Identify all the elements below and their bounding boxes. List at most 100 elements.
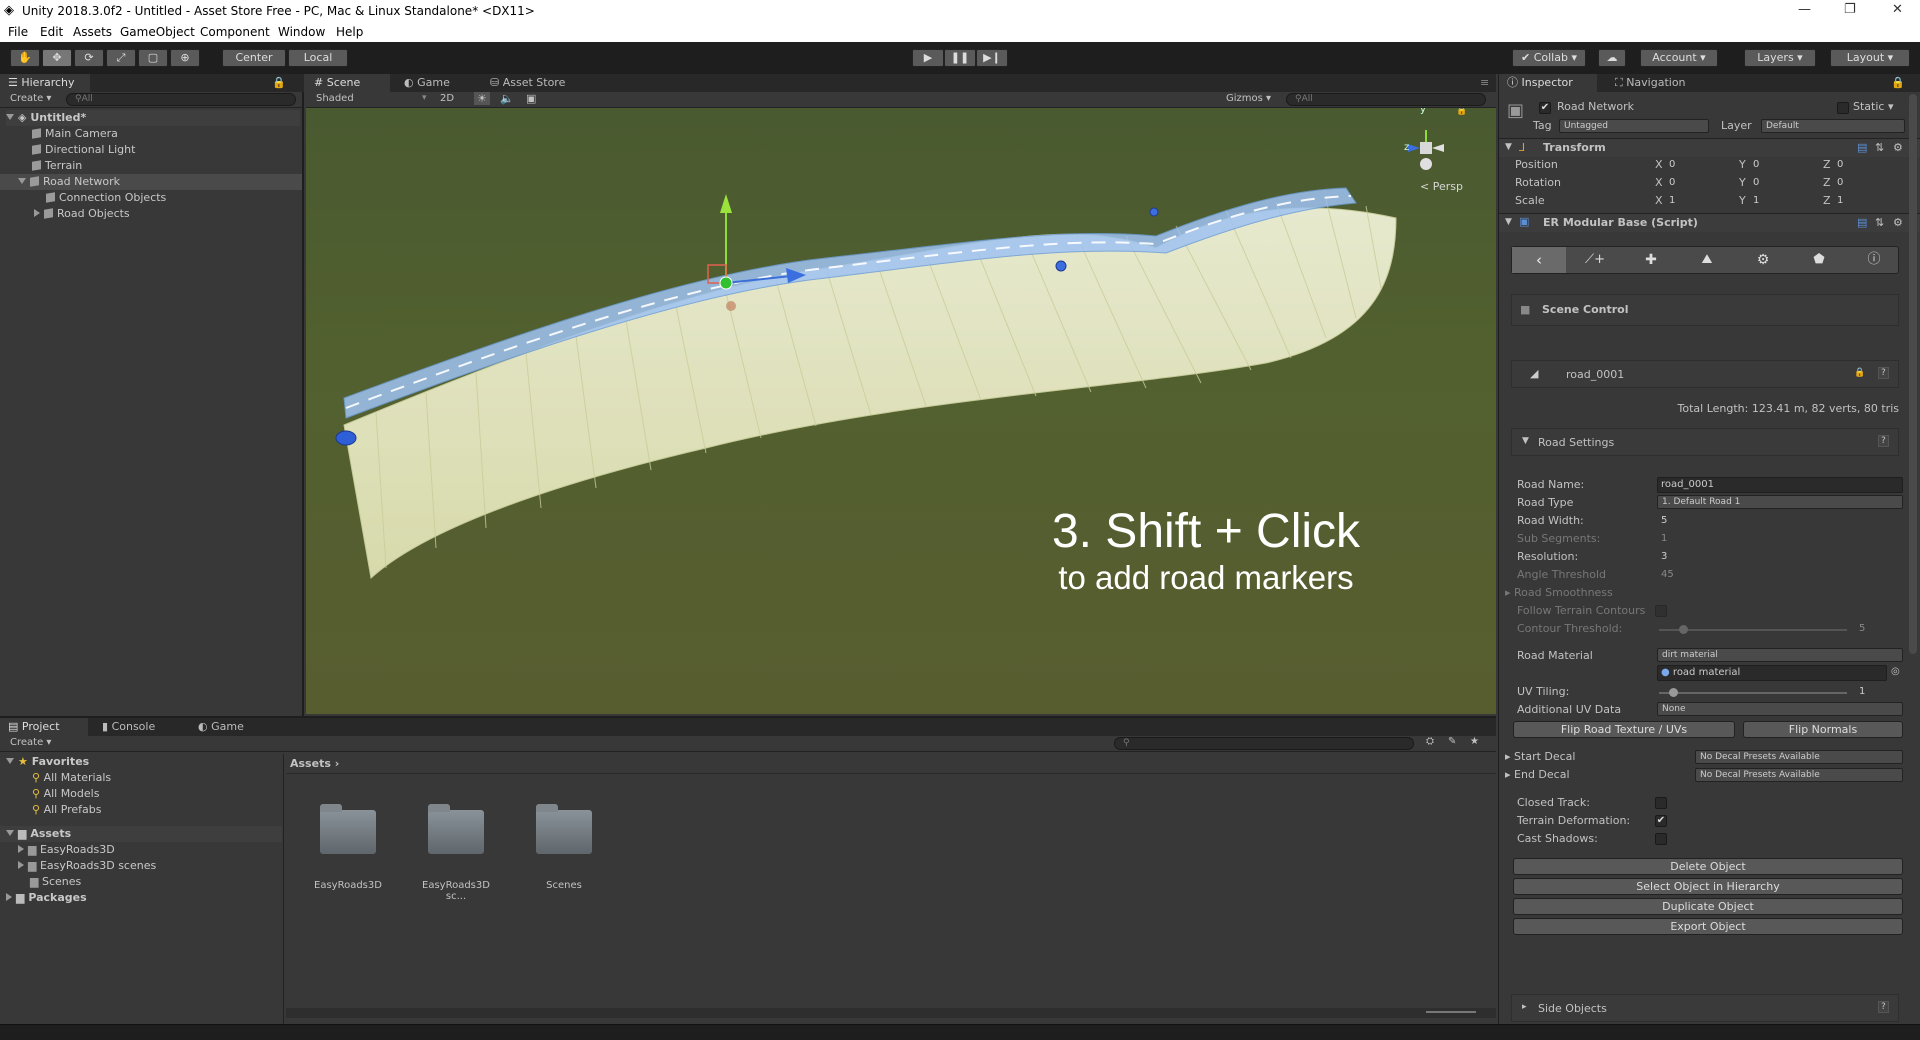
scale-y-field[interactable]: 1: [1749, 193, 1821, 209]
help-icon[interactable]: ?: [1878, 367, 1889, 379]
rotation-y-field[interactable]: 0: [1749, 175, 1821, 191]
hierarchy-item[interactable]: Main Camera: [32, 126, 118, 142]
play-button[interactable]: ▶: [912, 49, 944, 67]
rect-tool-icon[interactable]: ▢: [138, 49, 168, 67]
menu-assets[interactable]: Assets: [73, 25, 112, 39]
road-name-field[interactable]: road_0001: [1657, 477, 1903, 493]
assets-header[interactable]: ▆ Assets: [0, 826, 282, 842]
close-icon[interactable]: ✕: [1892, 2, 1903, 17]
expand-arrow-icon[interactable]: [6, 830, 14, 836]
delete-object-button[interactable]: Delete Object: [1513, 858, 1903, 875]
road-width-field[interactable]: 5: [1657, 513, 1903, 529]
uv-tiling-slider[interactable]: [1659, 692, 1847, 694]
terrain-icon[interactable]: ⛰: [1680, 247, 1734, 273]
preset-icon[interactable]: ⇅: [1875, 141, 1884, 154]
asset-folder-item[interactable]: ▆ Scenes: [30, 874, 81, 890]
step-button[interactable]: ▶❙: [976, 49, 1008, 67]
lighting-icon[interactable]: ☀: [474, 92, 490, 105]
shading-mode-dropdown[interactable]: Shaded: [316, 93, 354, 104]
axis-z-label[interactable]: Z: [1823, 192, 1831, 210]
help-icon[interactable]: ?: [1878, 435, 1889, 447]
cast-shadows-checkbox[interactable]: [1655, 833, 1667, 845]
add-road-icon[interactable]: ⟋+: [1568, 247, 1622, 273]
move-tool-icon[interactable]: ✥: [42, 49, 72, 67]
breadcrumb-assets[interactable]: Assets ›: [290, 757, 339, 770]
account-dropdown[interactable]: Account ▾: [1640, 49, 1718, 67]
active-checkbox[interactable]: ✔: [1539, 102, 1551, 114]
menu-edit[interactable]: Edit: [40, 25, 63, 39]
project-search-input[interactable]: ⚲: [1114, 737, 1414, 750]
hierarchy-create-button[interactable]: Create ▾: [10, 93, 51, 104]
lock-icon[interactable]: 🔒: [1891, 76, 1905, 89]
terrain-deformation-checkbox[interactable]: ✔: [1655, 815, 1667, 827]
script-component-header[interactable]: ▼ ▣ ER Modular Base (Script) ▤ ⇅ ⚙: [1499, 214, 1920, 232]
pivot-center-button[interactable]: Center: [222, 49, 286, 67]
lock-icon[interactable]: 🔒: [272, 76, 286, 89]
hierarchy-item-selected[interactable]: Road Network: [0, 174, 302, 190]
scale-z-field[interactable]: 1: [1833, 193, 1905, 209]
axis-y-label[interactable]: Y: [1739, 192, 1746, 210]
effects-icon[interactable]: ▣: [526, 92, 536, 105]
folder-icon[interactable]: [428, 804, 484, 854]
minimize-icon[interactable]: —: [1798, 2, 1811, 17]
layers-dropdown[interactable]: Layers ▾: [1744, 49, 1816, 67]
panel-menu-icon[interactable]: ≡: [1480, 76, 1489, 89]
expand-arrow-icon[interactable]: [6, 114, 14, 120]
asset-folder-item[interactable]: ▆ EasyRoads3D: [18, 842, 115, 858]
rotation-x-field[interactable]: 0: [1665, 175, 1737, 191]
axis-y-label[interactable]: Y: [1739, 156, 1746, 174]
export-object-button[interactable]: Export Object: [1513, 918, 1903, 935]
favorite-star-icon[interactable]: ★: [1470, 736, 1479, 747]
lock-icon[interactable]: 🔒: [1854, 368, 1865, 378]
object-picker-icon[interactable]: ◎: [1891, 666, 1900, 677]
menu-gameobject[interactable]: GameObject: [120, 25, 195, 39]
flip-road-texture-button[interactable]: Flip Road Texture / UVs: [1513, 721, 1735, 738]
tab-game[interactable]: ◐ Game: [396, 74, 466, 92]
rotate-tool-icon[interactable]: ⟳: [74, 49, 104, 67]
tag-dropdown[interactable]: Untagged: [1559, 119, 1709, 133]
settings-gear-icon[interactable]: ⚙: [1893, 216, 1903, 229]
projection-label[interactable]: < Persp: [1420, 180, 1463, 193]
transform-tool-icon[interactable]: ⊕: [170, 49, 200, 67]
position-z-field[interactable]: 0: [1833, 157, 1905, 173]
menu-window[interactable]: Window: [278, 25, 325, 39]
start-decal-dropdown[interactable]: No Decal Presets Available: [1695, 750, 1903, 764]
favorite-item[interactable]: ⚲ All Models: [32, 786, 99, 802]
scene-search-input[interactable]: ⚲All: [1286, 93, 1486, 106]
foldout-arrow-icon[interactable]: ▼: [1505, 142, 1512, 152]
end-decal-dropdown[interactable]: No Decal Presets Available: [1695, 768, 1903, 782]
tab-inspector[interactable]: ⓘ Inspector: [1499, 74, 1597, 92]
tab-navigation[interactable]: ⛶ Navigation: [1607, 74, 1707, 92]
tab-game-bottom[interactable]: ◐ Game: [190, 718, 260, 736]
static-checkbox[interactable]: [1837, 102, 1849, 114]
asset-folder-item[interactable]: ▆ EasyRoads3D scenes: [18, 858, 156, 874]
tab-scene[interactable]: # Scene: [306, 74, 390, 92]
layer-dropdown[interactable]: Default: [1761, 119, 1905, 133]
zoom-slider[interactable]: [1426, 1011, 1476, 1013]
duplicate-object-button[interactable]: Duplicate Object: [1513, 898, 1903, 915]
settings-gear-icon[interactable]: ⚙: [1893, 141, 1903, 154]
help-book-icon[interactable]: ▤: [1857, 141, 1867, 154]
menu-component[interactable]: Component: [200, 25, 270, 39]
settings-gear-icon[interactable]: ⚙: [1736, 247, 1790, 273]
position-x-field[interactable]: 0: [1665, 157, 1737, 173]
axis-z-label[interactable]: Z: [1823, 174, 1831, 192]
filter-type-icon[interactable]: ⛭: [1426, 736, 1434, 747]
inspector-scrollbar[interactable]: [1909, 94, 1917, 654]
additional-uv-dropdown[interactable]: None: [1657, 702, 1903, 716]
collab-dropdown[interactable]: ✔ Collab ▾: [1512, 49, 1586, 67]
cloud-icon[interactable]: ☁: [1598, 49, 1626, 67]
connection-icon[interactable]: ✚: [1624, 247, 1678, 273]
tab-hierarchy[interactable]: ☰ Hierarchy: [0, 74, 90, 92]
axis-x-label[interactable]: X: [1655, 174, 1663, 192]
transform-header[interactable]: ▼ ⅃ Transform ▤ ⇅ ⚙: [1499, 139, 1920, 157]
back-icon[interactable]: ‹: [1512, 247, 1566, 273]
road-settings-header[interactable]: ▼ Road Settings ?: [1511, 428, 1899, 456]
collapse-arrow-icon[interactable]: [18, 861, 24, 869]
menu-help[interactable]: Help: [336, 25, 363, 39]
info-icon[interactable]: ⓘ: [1848, 247, 1900, 273]
pivot-local-button[interactable]: Local: [288, 49, 348, 67]
restore-icon[interactable]: ❐: [1844, 2, 1856, 17]
hierarchy-item[interactable]: Connection Objects: [46, 190, 166, 206]
hierarchy-search-input[interactable]: ⚲All: [66, 93, 296, 106]
